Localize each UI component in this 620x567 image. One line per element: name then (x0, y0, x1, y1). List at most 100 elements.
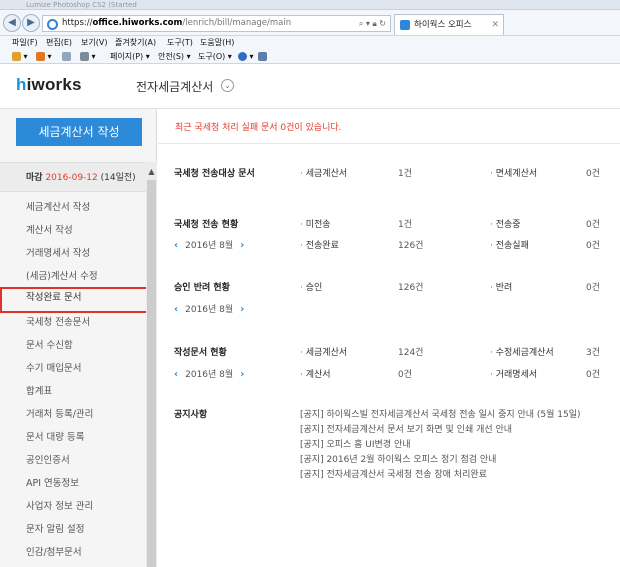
sidebar-item-write-tax-invoice[interactable]: 세금계산서 작성 (0, 197, 146, 219)
value-written-invoice[interactable]: 0건 (398, 367, 412, 380)
mail-icon[interactable] (62, 49, 71, 64)
chevron-right-icon[interactable]: › (240, 304, 244, 315)
home-icon[interactable]: ▾ (12, 49, 28, 64)
failure-notice[interactable]: 최근 국세청 처리 실패 문서 0건이 있습니다. (175, 120, 342, 133)
menu-page[interactable]: 페이지(P) ▾ (110, 49, 150, 64)
section-title-approval: 승인 반려 현황 (174, 283, 230, 293)
menu-view[interactable]: 보기(V) (81, 36, 107, 49)
menu-help[interactable]: 도움말(H) (200, 36, 234, 49)
label-send-failed: 전송실패 (490, 238, 529, 251)
notice-item[interactable]: [공지] 2016년 2월 하이웍스 오피스 정기 점검 안내 (300, 452, 496, 467)
feeds-icon[interactable]: ▾ (36, 49, 52, 64)
sidebar-item-completed-docs[interactable]: 작성완료 문서 (0, 287, 149, 313)
sidebar-item-partners[interactable]: 거래처 등록/관리 (0, 404, 146, 426)
menu-edit[interactable]: 편집(E) (46, 36, 72, 49)
chevron-left-icon[interactable]: ‹ (174, 304, 178, 315)
sidebar-item-certificate[interactable]: 공인인증서 (0, 450, 146, 472)
deadline-remaining: (14일전) (100, 173, 136, 183)
value-rejected[interactable]: 0건 (560, 280, 600, 293)
refresh-icon[interactable]: ↻ (379, 19, 386, 28)
menu-safety[interactable]: 안전(S) ▾ (158, 49, 191, 64)
write-invoice-button[interactable]: 세금계산서 작성 (16, 118, 142, 146)
deadline-label: 마감 (26, 173, 43, 183)
notice-item[interactable]: [공지] 하이웍스빌 전자세금계산서 국세청 전송 일시 중지 안내 (5월 1… (300, 407, 581, 422)
hiworks-logo[interactable]: hiworks (16, 75, 82, 95)
label-written-tax-invoice: 세금계산서 (300, 345, 347, 358)
lock-icon[interactable]: 🔒︎ (372, 19, 376, 28)
sidebar-item-business-info[interactable]: 사업자 정보 관리 (0, 496, 146, 518)
month-label: 2016년 8월 (185, 241, 234, 251)
sidebar-item-inbox[interactable]: 문서 수신함 (0, 335, 146, 357)
url-host: office.hiworks.com (92, 18, 183, 28)
value-tax-invoice[interactable]: 1건 (398, 166, 412, 179)
chevron-right-icon[interactable]: › (240, 240, 244, 251)
menu-tools-cmd[interactable]: 도구(O) ▾ (198, 49, 232, 64)
ie-logo-icon (47, 19, 58, 30)
value-statement[interactable]: 0건 (560, 367, 600, 380)
label-written-invoice: 계산서 (300, 367, 331, 380)
chevron-down-icon[interactable]: ⌄ (221, 79, 234, 92)
tab-favicon-icon (400, 20, 410, 30)
scroll-up-icon[interactable]: ▲ (146, 166, 157, 178)
sidebar-item-api[interactable]: API 연동정보 (0, 473, 146, 495)
notice-item[interactable]: [공지] 전자세금계산서 국세청 전송 장애 처리완료 (300, 467, 487, 482)
print-icon[interactable]: ▾ (80, 49, 96, 64)
dropdown-icon[interactable]: ▾ (366, 19, 370, 28)
address-tools: ⌕ ▾ 🔒︎ ↻ (359, 16, 386, 31)
sidebar-item-nts-sent-docs[interactable]: 국세청 전송문서 (0, 312, 146, 334)
notice-title: 공지사항 (174, 410, 208, 420)
label-unsent: 미전송 (300, 217, 331, 230)
section-title-nts-status: 국세청 전송 현황 (174, 220, 239, 230)
menu-file[interactable]: 파일(F) (12, 36, 38, 49)
address-url[interactable]: https://office.hiworks.com/lenrich/bill/… (62, 16, 291, 31)
value-sending[interactable]: 0건 (560, 217, 600, 230)
app-title[interactable]: 전자세금계산서 (136, 78, 213, 95)
sidebar-item-write-invoice[interactable]: 계산서 작성 (0, 220, 146, 242)
menu-bar: 파일(F) 편집(E) 보기(V) 즐겨찾기(A) 도구(T) 도움말(H) (0, 36, 620, 49)
search-icon[interactable]: ⌕ (359, 19, 363, 28)
value-unsent[interactable]: 1건 (398, 217, 412, 230)
research-icon[interactable] (258, 49, 267, 64)
notice-item[interactable]: [공지] 오피스 홈 UI변경 안내 (300, 437, 411, 452)
sidebar-item-write-statement[interactable]: 거래명세서 작성 (0, 243, 146, 265)
help-icon[interactable]: ▾ (238, 49, 254, 64)
value-taxfree-invoice[interactable]: 0건 (560, 166, 600, 179)
sidebar-item-seal-attachments[interactable]: 인감/첨부문서 (0, 542, 146, 564)
chevron-left-icon[interactable]: ‹ (174, 240, 178, 251)
label-tax-invoice: 세금계산서 (300, 166, 347, 179)
address-bar[interactable]: https://office.hiworks.com/lenrich/bill/… (42, 15, 391, 32)
value-amended-tax-invoice[interactable]: 3건 (560, 345, 600, 358)
window-title: Lumize Photoshop CS2 (Started (26, 1, 137, 9)
menu-favorites[interactable]: 즐겨찾기(A) (115, 36, 156, 49)
close-icon[interactable]: ✕ (491, 15, 499, 35)
value-send-failed[interactable]: 0건 (560, 238, 600, 251)
value-sent[interactable]: 126건 (398, 238, 423, 251)
label-approved: 승인 (300, 280, 323, 293)
value-written-tax-invoice[interactable]: 124건 (398, 345, 423, 358)
chevron-left-icon[interactable]: ‹ (174, 369, 178, 380)
label-rejected: 반려 (490, 280, 513, 293)
sidebar-item-manual-purchase[interactable]: 수기 매입문서 (0, 358, 146, 380)
back-button[interactable]: ◀ (3, 14, 21, 32)
sidebar-scrollbar[interactable]: ▲ (146, 162, 157, 567)
address-row: ◀ ▶ https://office.hiworks.com/lenrich/b… (0, 10, 620, 36)
label-sent: 전송완료 (300, 238, 339, 251)
command-bar: ▾ ▾ ▾ 페이지(P) ▾ 안전(S) ▾ 도구(O) ▾ ▾ (0, 49, 620, 64)
notice-item[interactable]: [공지] 전자세금계산서 문서 보기 화면 및 인쇄 개선 안내 (300, 422, 512, 437)
label-statement: 거래명세서 (490, 367, 537, 380)
logo-h: h (16, 75, 27, 94)
deadline-box: 마감 2016-09-12 (14일전) (0, 162, 146, 192)
scroll-thumb[interactable] (147, 180, 156, 567)
section-title-nts-targets: 국세청 전송대상 문서 (174, 169, 255, 179)
sidebar-item-bulk-upload[interactable]: 문서 대량 등록 (0, 427, 146, 449)
forward-icon: ▶ (27, 17, 35, 28)
forward-button[interactable]: ▶ (22, 14, 40, 32)
browser-tab[interactable]: 하이웍스 오피스 ✕ (394, 14, 504, 35)
sidebar-item-sms-settings[interactable]: 문자 알림 설정 (0, 519, 146, 541)
value-approved[interactable]: 126건 (398, 280, 423, 293)
menu-tools[interactable]: 도구(T) (167, 36, 193, 49)
window-titlebar: Lumize Photoshop CS2 (Started (0, 0, 620, 10)
chevron-right-icon[interactable]: › (240, 369, 244, 380)
sidebar-item-summary[interactable]: 합계표 (0, 381, 146, 403)
sidebar-item-edit-invoice[interactable]: (세금)계산서 수정 (0, 266, 146, 288)
